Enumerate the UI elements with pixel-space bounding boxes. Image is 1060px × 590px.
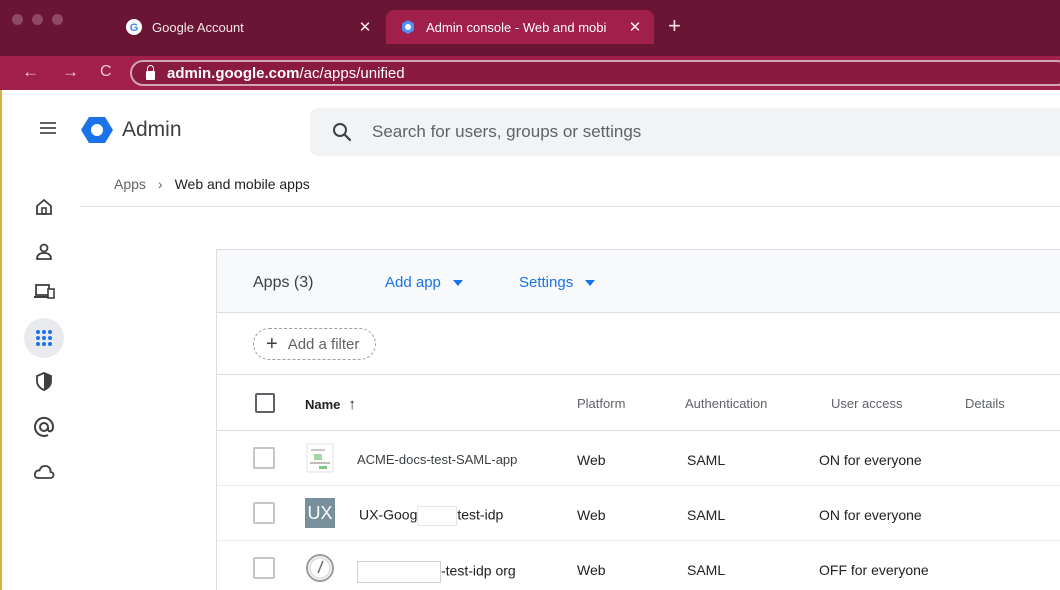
app-header: Admin <box>0 90 1060 170</box>
column-user-access-header: User access <box>831 396 903 411</box>
home-icon <box>36 198 52 215</box>
breadcrumb-current: Web and mobile apps <box>174 176 310 192</box>
select-all-checkbox[interactable] <box>255 393 275 413</box>
back-arrow-icon[interactable]: ← <box>22 63 39 81</box>
browser-tab-strip: G Google Account ✕ Admin console - Web a… <box>0 0 1060 56</box>
lock-icon <box>146 64 155 80</box>
app-authentication: SAML <box>687 452 726 468</box>
app-user-access[interactable]: OFF for everyone <box>819 562 929 578</box>
column-details-header: Details <box>965 396 1005 411</box>
redacted-block <box>417 506 458 526</box>
apps-count: Apps (3) <box>253 274 314 291</box>
sidebar-item-domains[interactable] <box>24 407 64 447</box>
settings-button[interactable]: Settings <box>519 274 596 291</box>
breadcrumb-apps-link[interactable]: Apps <box>114 176 146 192</box>
breadcrumb: Apps › Web and mobile apps <box>114 176 310 192</box>
app-name-suffix: -test-idp org <box>441 562 516 579</box>
search-bar[interactable] <box>310 108 1060 156</box>
sidebar-item-apps[interactable] <box>24 318 64 358</box>
admin-logo-icon <box>81 117 113 143</box>
breadcrumb-separator: › <box>157 176 163 192</box>
hamburger-menu-icon[interactable] <box>40 122 56 134</box>
url-path: /ac/apps/unified <box>299 64 405 82</box>
table-header: Name ↑ Platform Authentication User acce… <box>217 375 1060 431</box>
document-thumbnail-icon <box>306 443 334 473</box>
column-authentication-header: Authentication <box>685 396 768 411</box>
sort-up-arrow-icon[interactable]: ↑ <box>348 396 356 413</box>
row-checkbox[interactable] <box>253 502 275 524</box>
app-name[interactable]: -test-idp org <box>357 561 516 583</box>
row-checkbox[interactable] <box>253 447 275 469</box>
app-user-access[interactable]: ON for everyone <box>819 507 922 523</box>
url-host: admin.google.com <box>167 64 300 82</box>
window-minimize-dot[interactable] <box>32 14 43 25</box>
tab-title: Google Account <box>152 19 244 35</box>
app-authentication: SAML <box>687 562 726 578</box>
plus-icon: + <box>266 333 278 355</box>
svg-text:G: G <box>130 22 139 34</box>
app-platform: Web <box>577 507 606 523</box>
caret-down-icon <box>585 279 596 286</box>
user-icon <box>36 243 52 260</box>
security-shield-icon <box>36 372 52 391</box>
column-name-header[interactable]: Name ↑ <box>305 396 356 413</box>
column-platform-header: Platform <box>577 396 626 411</box>
add-filter-button[interactable]: + Add a filter <box>253 328 377 360</box>
sidebar-item-devices[interactable] <box>24 271 64 311</box>
sidebar-item-cloud[interactable] <box>24 452 64 492</box>
app-name-suffix: test-idp <box>457 506 504 523</box>
tab-admin-console[interactable]: Admin console - Web and mobi ✕ <box>386 10 654 44</box>
forward-arrow-icon[interactable]: → <box>62 63 79 81</box>
app-name-prefix: UX-Goog <box>359 506 418 523</box>
window-close-dot[interactable] <box>12 14 23 25</box>
window-zoom-dot[interactable] <box>52 14 63 25</box>
row-checkbox[interactable] <box>253 557 275 579</box>
tab-google-account[interactable]: G Google Account ✕ <box>112 10 384 44</box>
sidebar-item-home[interactable] <box>24 187 64 227</box>
product-name: Admin <box>122 118 182 141</box>
apps-grid-icon <box>36 330 52 346</box>
search-input[interactable] <box>372 122 972 142</box>
add-app-button[interactable]: Add app <box>385 274 463 291</box>
caret-down-icon <box>452 279 463 286</box>
redacted-block <box>357 561 441 583</box>
gauge-icon <box>306 554 334 582</box>
tab-close-icon[interactable]: ✕ <box>624 18 646 36</box>
tab-close-icon[interactable]: ✕ <box>354 18 376 36</box>
address-bar[interactable]: admin.google.com/ac/apps/unified <box>130 60 1060 86</box>
browser-toolbar: ← → C admin.google.com/ac/apps/unified <box>0 56 1060 90</box>
table-row[interactable]: UX UX-Goog test-idp Web SAML ON for every… <box>217 486 1060 541</box>
google-g-icon: G <box>126 19 142 35</box>
app-name[interactable]: ACME-docs-test-SAML-app <box>357 452 517 467</box>
divider <box>80 206 1060 207</box>
apps-card: Apps (3) Add app Settings + Add a filter… <box>216 249 1060 590</box>
app-name[interactable]: UX-Goog test-idp <box>359 506 503 526</box>
ux-tile-icon: UX <box>305 498 335 528</box>
reload-icon[interactable]: C <box>100 63 112 81</box>
new-tab-button[interactable]: + <box>668 15 681 37</box>
card-header: Apps (3) Add app Settings <box>217 250 1060 313</box>
table-row[interactable]: -test-idp org Web SAML OFF for everyone <box>217 541 1060 590</box>
sidebar-item-security[interactable] <box>24 361 64 401</box>
filter-row: + Add a filter <box>217 313 1060 375</box>
admin-favicon-icon <box>400 19 416 35</box>
at-sign-icon <box>34 416 55 437</box>
column-name-label: Name <box>305 397 341 412</box>
table-row[interactable]: ACME-docs-test-SAML-app Web SAML ON for … <box>217 431 1060 486</box>
tab-title: Admin console - Web and mobi <box>426 19 607 35</box>
settings-label: Settings <box>519 274 574 291</box>
app-user-access[interactable]: ON for everyone <box>819 452 922 468</box>
search-icon <box>332 122 352 142</box>
add-app-label: Add app <box>385 274 441 291</box>
app-platform: Web <box>577 562 606 578</box>
app-platform: Web <box>577 452 606 468</box>
cloud-icon <box>33 465 55 479</box>
app-authentication: SAML <box>687 507 726 523</box>
add-filter-label: Add a filter <box>287 335 360 353</box>
devices-icon <box>34 284 55 299</box>
sidebar-item-users[interactable] <box>24 232 64 272</box>
